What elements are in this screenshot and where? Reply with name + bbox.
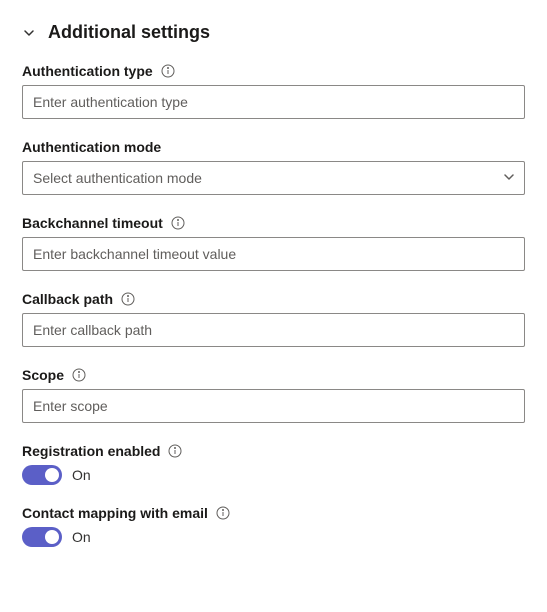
field-label-row: Scope [22,367,525,383]
registration-enabled-label: Registration enabled [22,443,160,459]
auth-type-input[interactable] [22,85,525,119]
scope-label: Scope [22,367,64,383]
toggle-row: On [22,465,525,485]
section-header: Additional settings [22,22,525,43]
auth-type-label: Authentication type [22,63,153,79]
auth-mode-placeholder: Select authentication mode [33,170,202,186]
backchannel-timeout-input[interactable] [22,237,525,271]
registration-enabled-state: On [72,467,91,483]
toggle-row: On [22,527,525,547]
field-authentication-mode: Authentication mode Select authenticatio… [22,139,525,195]
field-registration-enabled: Registration enabled On [22,443,525,485]
auth-mode-select-wrapper: Select authentication mode [22,161,525,195]
scope-input[interactable] [22,389,525,423]
callback-path-input[interactable] [22,313,525,347]
chevron-down-icon[interactable] [22,26,36,40]
field-scope: Scope [22,367,525,423]
field-backchannel-timeout: Backchannel timeout [22,215,525,271]
field-callback-path: Callback path [22,291,525,347]
section-title: Additional settings [48,22,210,43]
callback-path-label: Callback path [22,291,113,307]
backchannel-timeout-label: Backchannel timeout [22,215,163,231]
info-icon[interactable] [161,64,175,78]
field-label-row: Authentication mode [22,139,525,155]
field-label-row: Callback path [22,291,525,307]
field-label-row: Registration enabled [22,443,525,459]
contact-mapping-state: On [72,529,91,545]
info-icon[interactable] [168,444,182,458]
auth-mode-label: Authentication mode [22,139,161,155]
info-icon[interactable] [121,292,135,306]
field-contact-mapping: Contact mapping with email On [22,505,525,547]
field-authentication-type: Authentication type [22,63,525,119]
contact-mapping-toggle[interactable] [22,527,62,547]
info-icon[interactable] [216,506,230,520]
info-icon[interactable] [171,216,185,230]
field-label-row: Authentication type [22,63,525,79]
auth-mode-select[interactable]: Select authentication mode [22,161,525,195]
registration-enabled-toggle[interactable] [22,465,62,485]
info-icon[interactable] [72,368,86,382]
contact-mapping-label: Contact mapping with email [22,505,208,521]
field-label-row: Contact mapping with email [22,505,525,521]
field-label-row: Backchannel timeout [22,215,525,231]
